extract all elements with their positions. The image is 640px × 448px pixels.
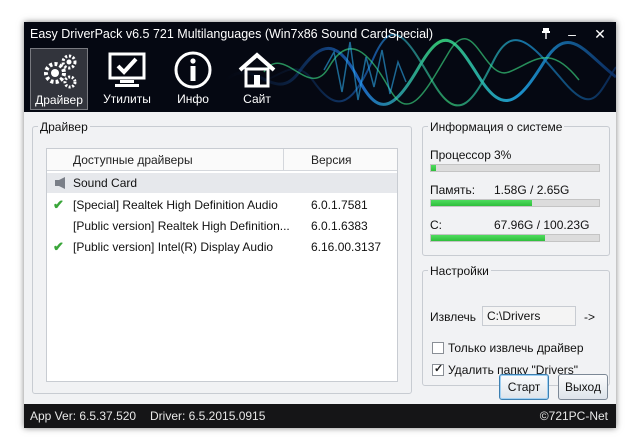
copyright: ©721PC-Net [539, 409, 608, 423]
only-extract-checkbox[interactable] [432, 342, 444, 354]
driver-name: [Public version] Realtek High Definition… [73, 219, 290, 233]
column-header-name[interactable]: Доступные драйверы [73, 153, 193, 167]
tab-driver[interactable]: Драйвер [30, 48, 88, 110]
driver-table[interactable]: Доступные драйверы Версия Sound Card ✔ [… [46, 148, 398, 382]
monitor-check-icon [108, 52, 146, 87]
memory-label: Память: [430, 183, 476, 197]
minimize-button[interactable]: – [562, 25, 582, 43]
installed-check-icon: ✔ [53, 239, 64, 254]
tab-site-label: Сайт [243, 92, 271, 106]
disk-value: 67.96G / 100.23G [494, 218, 590, 232]
tab-utilities[interactable]: Утилиты [98, 48, 156, 110]
delete-folder-checkbox[interactable] [432, 362, 444, 376]
table-row[interactable]: ✔ [Special] Realtek High Definition Audi… [47, 195, 397, 215]
pin-icon[interactable] [536, 25, 556, 43]
settings-group-title: Настройки [428, 264, 491, 278]
column-divider[interactable] [283, 149, 284, 171]
cpu-progress-fill [431, 165, 437, 171]
home-icon [238, 52, 276, 88]
status-bar: App Ver: 6.5.37.520 Driver: 6.5.2015.091… [24, 404, 616, 428]
memory-value: 1.58G / 2.65G [494, 183, 570, 197]
tab-driver-label: Драйвер [35, 93, 83, 107]
cpu-value: 3% [494, 148, 512, 162]
driver-version: 6.0.1.6383 [311, 219, 368, 233]
app-version: App Ver: 6.5.37.520 [30, 409, 137, 423]
tab-info[interactable]: Инфо [164, 48, 222, 110]
extract-path-input[interactable] [482, 306, 576, 326]
memory-progress-fill [431, 200, 532, 206]
cpu-progress-bar [430, 164, 600, 172]
table-row[interactable]: ✔ [Public version] Intel(R) Display Audi… [47, 237, 397, 257]
driver-version: 6.0.1.7581 [311, 198, 368, 212]
table-row[interactable]: [Public version] Realtek High Definition… [47, 216, 397, 236]
start-button[interactable]: Старт [499, 374, 549, 400]
close-button[interactable]: ✕ [590, 25, 610, 43]
installed-check-icon: ✔ [53, 197, 64, 212]
disk-label: C: [430, 218, 442, 232]
driver-version: 6.16.00.3137 [311, 240, 382, 254]
speaker-icon [55, 177, 65, 189]
driver-version-status: Driver: 6.5.2015.0915 [150, 409, 266, 423]
column-header-version[interactable]: Версия [311, 153, 352, 167]
app-window: Easy DriverPack v6.5 721 Multilanguages … [24, 22, 616, 428]
exit-button[interactable]: Выход [558, 374, 608, 400]
cpu-label: Процессор [430, 148, 491, 162]
gears-icon [44, 54, 77, 89]
driver-name: [Public version] Intel(R) Display Audio [73, 240, 274, 254]
header-banner: Easy DriverPack v6.5 721 Multilanguages … [24, 22, 616, 112]
info-icon [174, 51, 212, 89]
window-title: Easy DriverPack v6.5 721 Multilanguages … [30, 27, 433, 41]
driver-name: [Special] Realtek High Definition Audio [73, 198, 278, 212]
table-header: Доступные драйверы Версия [47, 149, 397, 171]
main-panel: Драйвер Доступные драйверы Версия Sound … [24, 112, 616, 404]
tab-info-label: Инфо [177, 92, 209, 106]
title-bar[interactable]: Easy DriverPack v6.5 721 Multilanguages … [24, 22, 616, 46]
browse-button[interactable]: -> [584, 310, 595, 324]
memory-progress-bar [430, 199, 600, 207]
category-label: Sound Card [73, 176, 138, 190]
driver-group-title: Драйвер [38, 120, 90, 134]
tab-utilities-label: Утилиты [103, 92, 151, 106]
extract-label: Извлечь [430, 310, 477, 324]
category-row[interactable]: Sound Card [47, 173, 397, 193]
tab-site[interactable]: Сайт [228, 48, 286, 110]
only-extract-label[interactable]: Только извлечь драйвер [448, 341, 584, 355]
sysinfo-group-title: Информация о системе [428, 120, 565, 134]
disk-progress-bar [430, 234, 600, 242]
disk-progress-fill [431, 235, 546, 241]
